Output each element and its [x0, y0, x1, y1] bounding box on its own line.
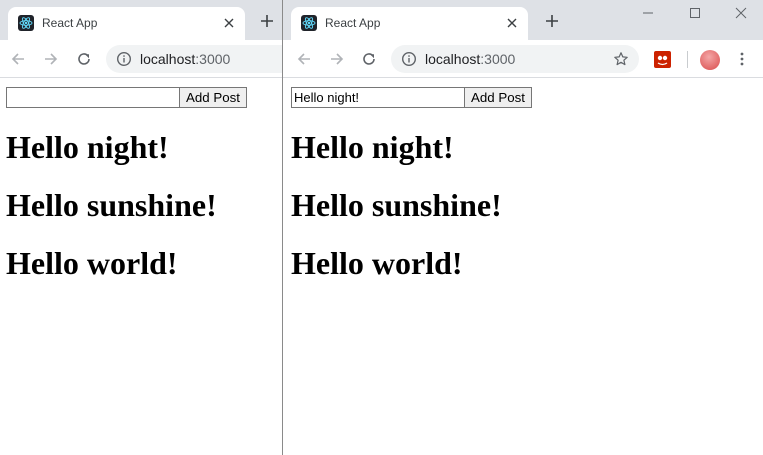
tab-title: React App [325, 16, 381, 30]
add-post-button[interactable]: Add Post [179, 87, 247, 108]
url-host: localhost [140, 51, 196, 67]
post-heading: Hello sunshine! [291, 187, 502, 223]
post-heading: Hello world! [6, 245, 178, 281]
page-content: Add Post Hello night! Hello sunshine! He… [283, 79, 763, 455]
back-arrow-icon[interactable] [296, 51, 312, 67]
url-port: :3000 [195, 51, 231, 67]
back-arrow-icon[interactable] [10, 51, 26, 67]
avatar[interactable] [700, 50, 720, 70]
reload-icon[interactable] [76, 51, 92, 67]
plus-icon[interactable] [259, 13, 275, 29]
reload-icon[interactable] [361, 51, 377, 67]
more-vert-icon[interactable] [734, 51, 750, 67]
info-icon[interactable] [116, 51, 132, 67]
post-input[interactable] [6, 87, 179, 108]
post-input[interactable] [291, 87, 464, 108]
info-icon[interactable] [401, 51, 417, 67]
tab-strip: React App [283, 0, 763, 40]
address-url: localhost:3000 [140, 51, 230, 67]
browser-window-left: React App localhost:3000 Add Post Hello … [0, 0, 282, 455]
add-post-button[interactable]: Add Post [464, 87, 532, 108]
post-heading: Hello world! [291, 245, 463, 281]
forward-arrow-icon[interactable] [329, 51, 345, 67]
add-post-form: Add Post [291, 87, 757, 108]
address-bar[interactable]: localhost:3000 [106, 45, 282, 73]
url-port: :3000 [480, 51, 516, 67]
address-bar[interactable]: localhost:3000 [391, 45, 639, 73]
close-icon[interactable] [221, 15, 237, 31]
toolbar-separator [687, 51, 688, 68]
url-host: localhost [425, 51, 481, 67]
browser-toolbar: localhost:3000 [0, 40, 282, 78]
post-heading: Hello night! [291, 129, 454, 165]
react-favicon-icon [18, 15, 34, 31]
react-favicon-icon [301, 15, 317, 31]
tab-strip: React App [0, 0, 282, 40]
maximize-icon[interactable] [688, 6, 702, 20]
post-heading: Hello sunshine! [6, 187, 217, 223]
close-icon[interactable] [504, 15, 520, 31]
extension-icon[interactable] [654, 51, 671, 68]
browser-toolbar: localhost:3000 [283, 40, 763, 78]
post-heading: Hello night! [6, 129, 169, 165]
page-content: Add Post Hello night! Hello sunshine! He… [0, 79, 282, 455]
browser-window-right: React App localhost:3000 Hello night! Ad… [283, 0, 763, 455]
minimize-icon[interactable] [641, 6, 655, 20]
address-url: localhost:3000 [425, 51, 515, 67]
add-post-form: Add Post [6, 87, 276, 108]
tab-title: React App [42, 16, 98, 30]
close-window-icon[interactable] [734, 6, 748, 20]
tab-react-app[interactable]: React App [8, 7, 245, 40]
star-icon[interactable] [613, 51, 629, 67]
tab-react-app[interactable]: React App [291, 7, 528, 40]
forward-arrow-icon[interactable] [43, 51, 59, 67]
plus-icon[interactable] [544, 13, 560, 29]
